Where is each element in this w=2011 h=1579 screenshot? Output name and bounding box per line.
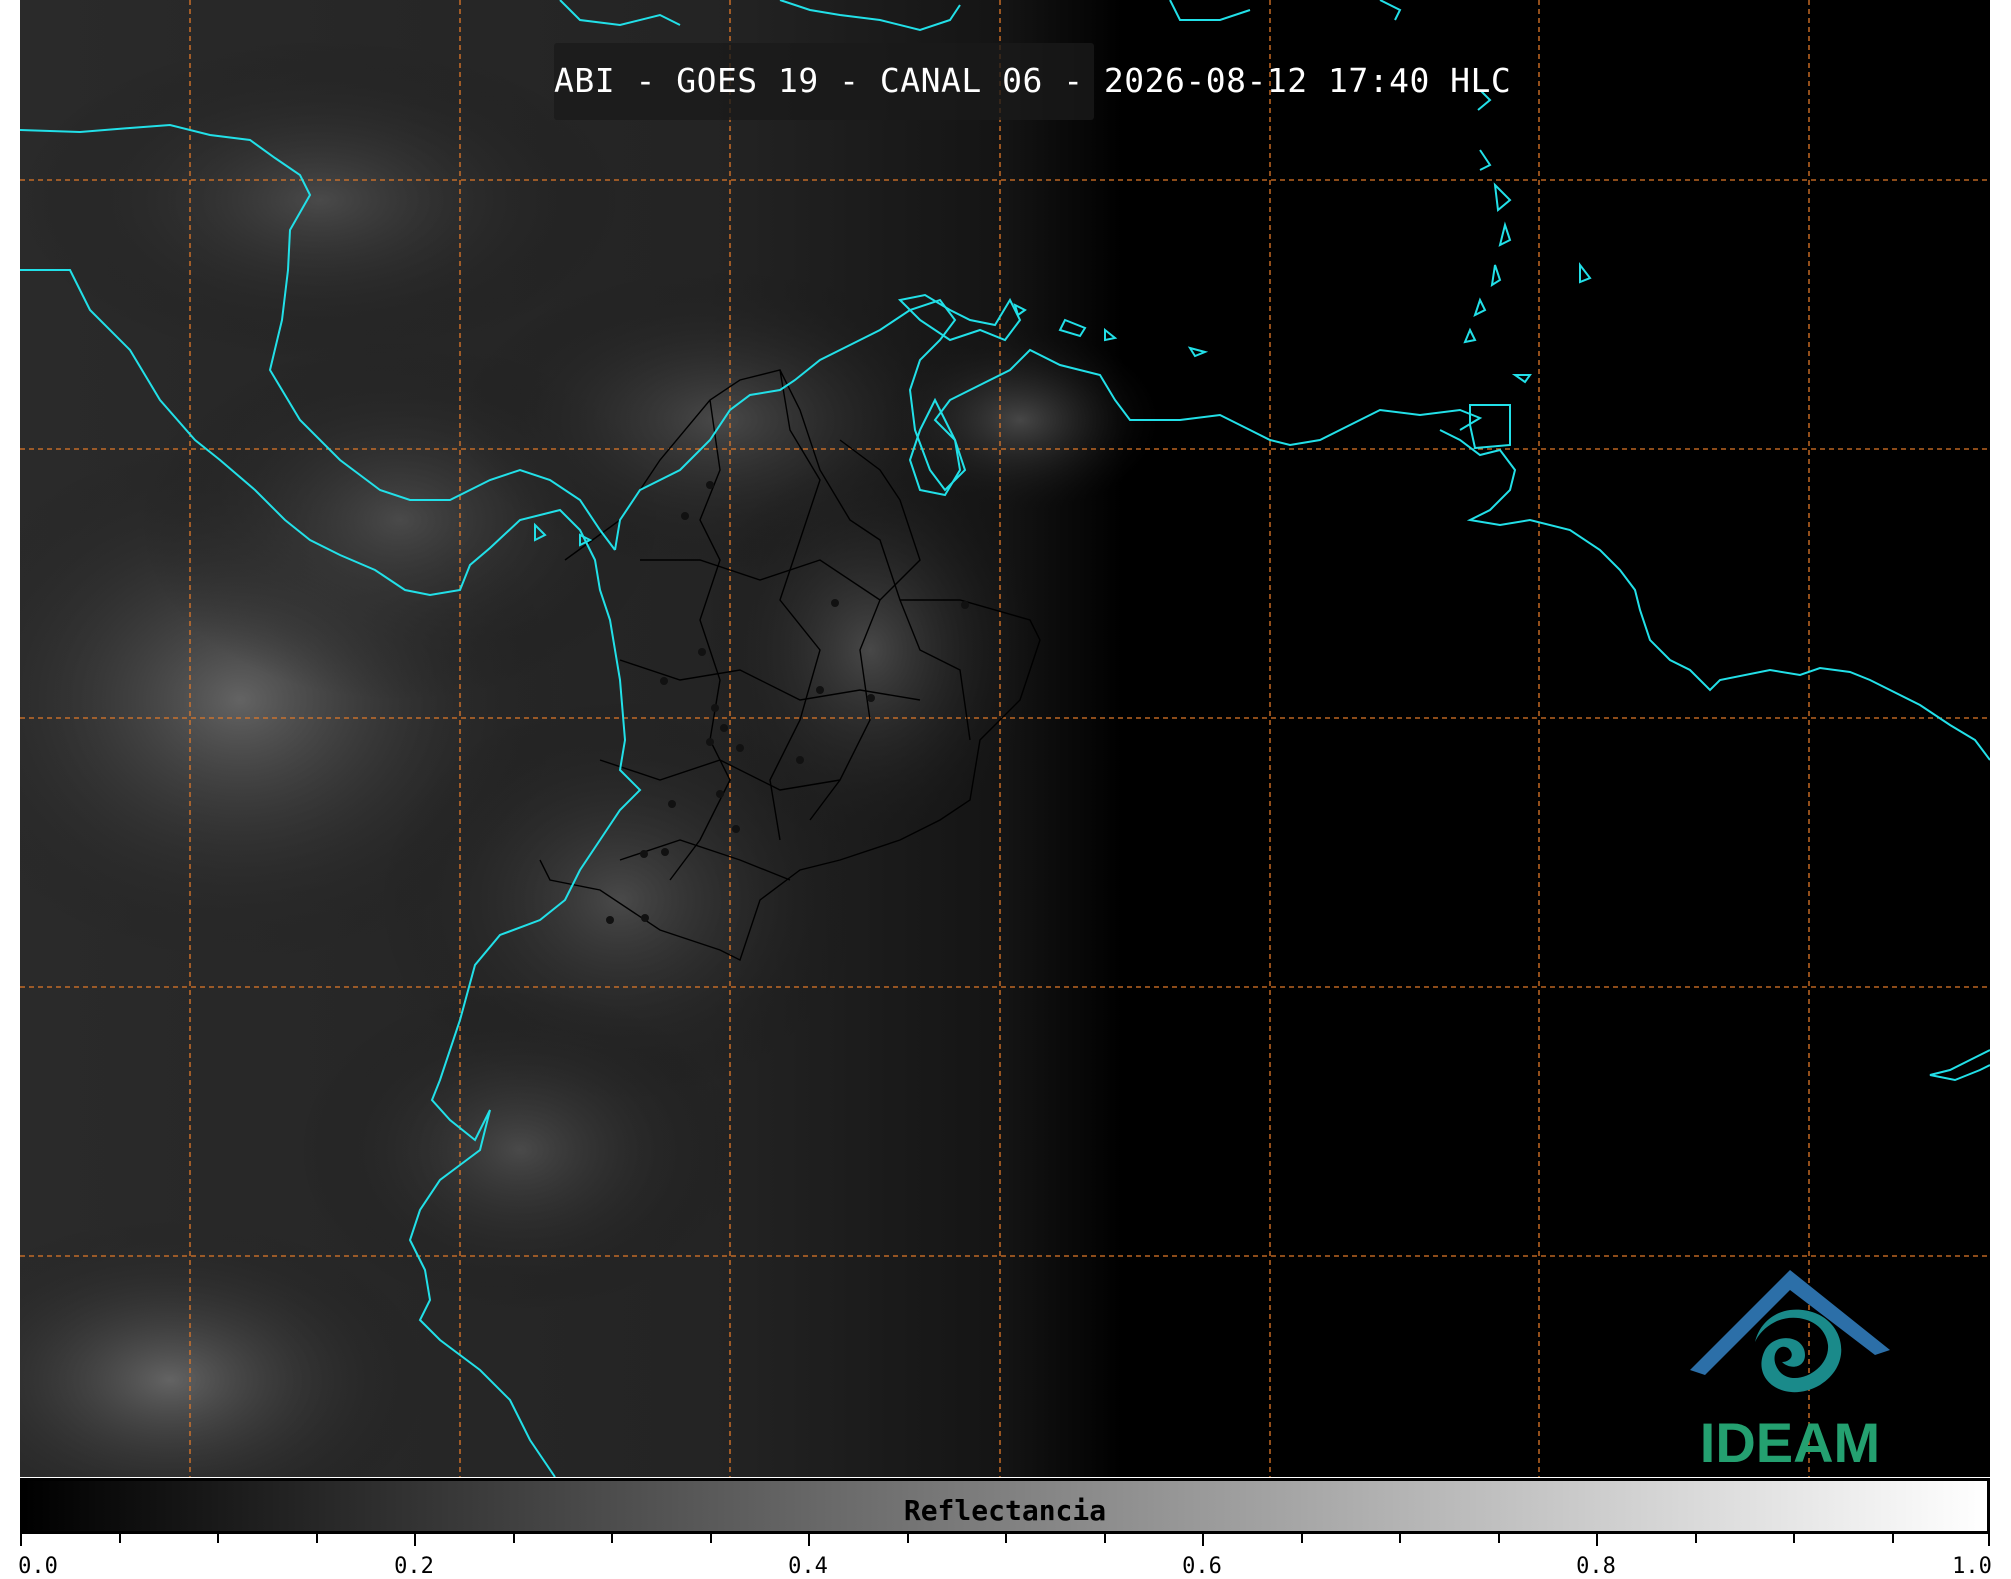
- colorbar-major-tick: [414, 1534, 416, 1546]
- colorbar-major-tick: [808, 1534, 810, 1546]
- colorbar-label: Reflectancia: [903, 1494, 1107, 1527]
- colorbar-minor-tick: [1300, 1534, 1303, 1543]
- satellite-map[interactable]: ABI - GOES 19 - CANAL 06 - 2026-08-12 17…: [20, 0, 1990, 1477]
- logo-text: IDEAM: [1699, 1411, 1881, 1474]
- colorbar-major-tick: [20, 1534, 22, 1546]
- title-box: ABI - GOES 19 - CANAL 06 - 2026-08-12 17…: [554, 43, 1512, 120]
- colorbar-minor-tick: [217, 1534, 219, 1543]
- colorbar-minor-tick: [1891, 1534, 1894, 1543]
- colorbar-ticks: 0.0 0.2 0.4 0.6 0.8 1.0: [18, 1534, 1992, 1579]
- colorbar-minor-tick: [611, 1534, 613, 1543]
- colorbar-minor-tick: [906, 1534, 909, 1543]
- colorbar-tick-label: 0.8: [1576, 1554, 1616, 1579]
- colorbar-minor-tick: [1793, 1534, 1795, 1543]
- colorbar-tick-label: 0.4: [788, 1554, 828, 1579]
- colorbar-major-tick: [1596, 1534, 1598, 1546]
- colorbar-minor-tick: [1103, 1534, 1106, 1543]
- colorbar-tick-label: 0.6: [1182, 1554, 1222, 1579]
- colorbar-minor-tick: [315, 1534, 318, 1543]
- colorbar-tick-label: 0.2: [394, 1554, 434, 1579]
- colorbar-minor-tick: [1694, 1534, 1697, 1543]
- colorbar-minor-tick: [1497, 1534, 1500, 1543]
- map-title: ABI - GOES 19 - CANAL 06 - 2026-08-12 17…: [554, 61, 1512, 100]
- colorbar-major-tick: [1202, 1534, 1204, 1546]
- colorbar-major-tick: [1988, 1534, 1990, 1546]
- colorbar-minor-tick: [118, 1534, 121, 1543]
- colorbar-tick-label: 0.0: [18, 1554, 58, 1579]
- ideam-logo-icon: [1690, 1270, 1890, 1393]
- colorbar-minor-tick: [709, 1534, 712, 1543]
- colorbar-tick-label: 1.0: [1952, 1554, 1992, 1579]
- ideam-logo: IDEAM: [1670, 1250, 1910, 1474]
- colorbar: Reflectancia: [20, 1478, 1990, 1534]
- colorbar-minor-tick: [1399, 1534, 1401, 1543]
- colorbar-minor-tick: [1005, 1534, 1007, 1543]
- colorbar-minor-tick: [512, 1534, 515, 1543]
